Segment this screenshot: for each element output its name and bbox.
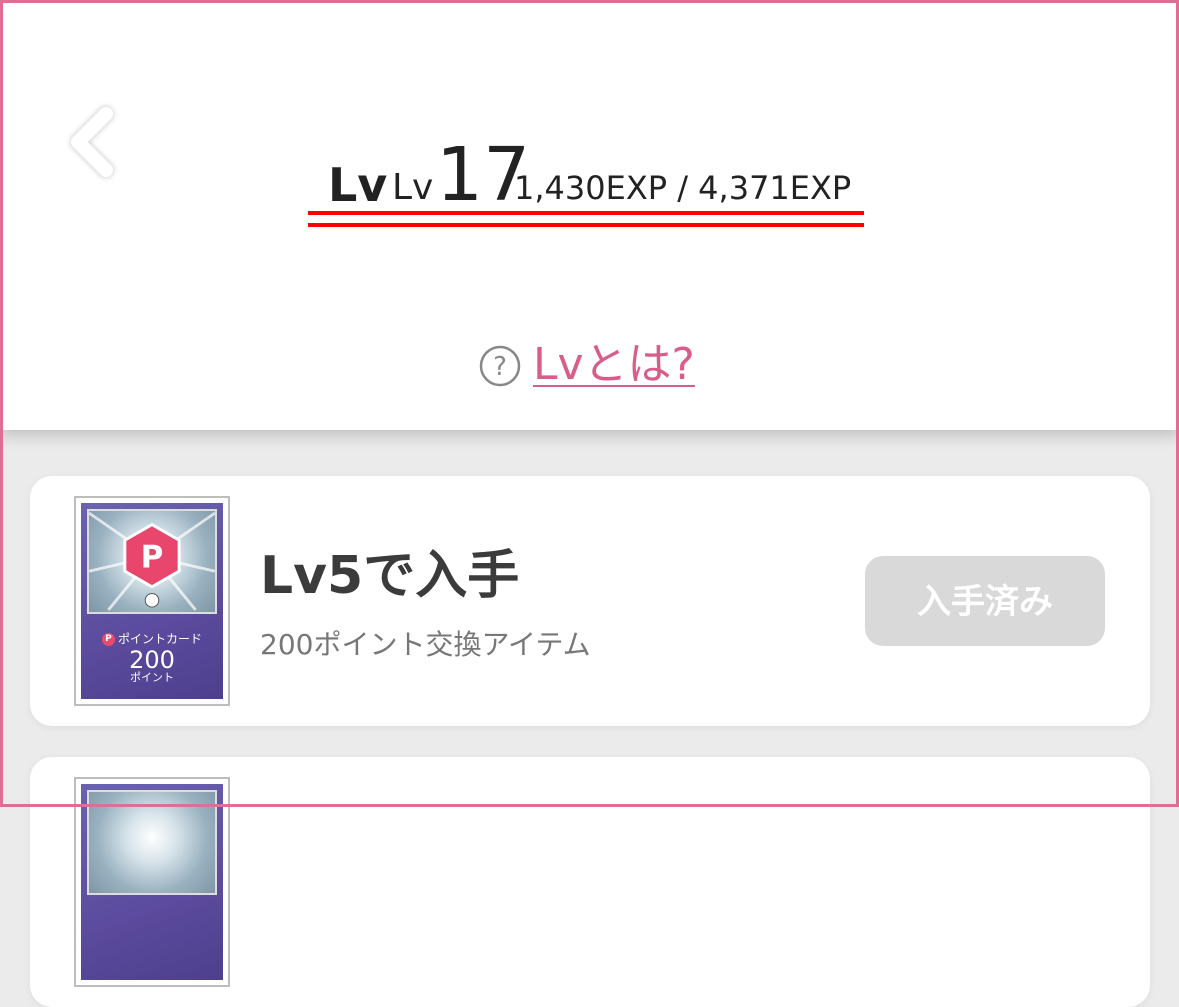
reward-thumbnail: P P ポイントカード 200 ポイント <box>74 496 230 706</box>
point-card-display <box>87 790 217 895</box>
reward-subtitle: 200ポイント交換アイテム <box>260 628 591 661</box>
help-link-text[interactable]: Lvとは? <box>533 339 695 392</box>
point-card-caption: P ポイントカード 200 ポイント <box>81 627 223 699</box>
obtained-button[interactable]: 入手済み <box>865 556 1105 646</box>
level-label: Lv <box>328 158 388 212</box>
level-header: Lv Lv 17 1,430EXP / 4,371EXP ? Lvとは? <box>0 0 1179 430</box>
point-p-icon: P <box>101 633 115 646</box>
question-mark: ? <box>493 352 507 382</box>
level-prefix: Lv <box>392 167 434 208</box>
point-badge-icon: P <box>88 511 216 611</box>
reward-card <box>30 757 1150 1007</box>
back-button[interactable] <box>62 100 126 184</box>
chevron-left-icon <box>71 107 113 177</box>
reward-list: P P ポイントカード 200 ポイント Lv5で入手 200ポイント交換アイテム… <box>0 430 1179 1007</box>
point-badge-letter: P <box>141 539 164 575</box>
point-card-image <box>81 784 223 980</box>
reward-thumbnail <box>74 777 230 987</box>
exp-progress: 1,430EXP / 4,371EXP <box>514 169 852 207</box>
point-card-amount: 200 <box>129 646 175 675</box>
question-circle-icon: ? <box>479 345 521 387</box>
point-card-label: ポイントカード <box>117 632 202 646</box>
highlight-underline-bottom <box>308 223 864 227</box>
reward-title: Lv5で入手 <box>260 546 520 606</box>
point-card-unit: ポイント <box>130 671 174 685</box>
point-card-image: P P ポイントカード 200 ポイント <box>81 503 223 699</box>
reward-card: P P ポイントカード 200 ポイント Lv5で入手 200ポイント交換アイテム… <box>30 476 1150 726</box>
highlight-underline-top <box>308 211 864 215</box>
point-card-display: P <box>87 509 217 614</box>
level-status: Lv Lv 17 1,430EXP / 4,371EXP <box>308 130 864 220</box>
